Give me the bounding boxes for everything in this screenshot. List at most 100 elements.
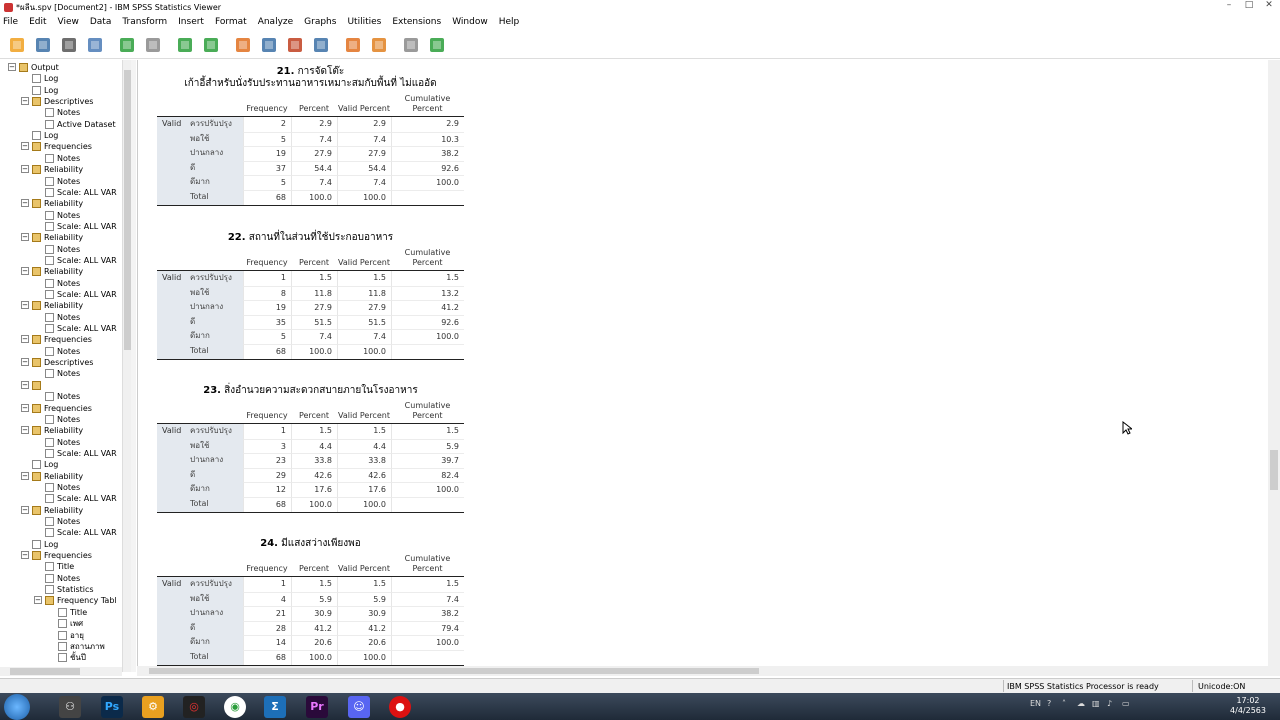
outline-item[interactable]: Notes: [45, 391, 80, 402]
outline-item[interactable]: Notes: [45, 437, 80, 448]
recall-dialog-icon[interactable]: [142, 34, 164, 56]
outline-item[interactable]: −: [21, 380, 44, 391]
chrome-icon[interactable]: ◉: [224, 696, 246, 718]
outline-item[interactable]: Scale: ALL VAR: [45, 493, 117, 504]
outline-item[interactable]: Notes: [45, 368, 80, 379]
menu-analyze[interactable]: Analyze: [258, 17, 293, 27]
outline-expander-icon[interactable]: −: [21, 426, 29, 435]
outline-item[interactable]: Active Dataset: [45, 119, 116, 130]
outline-item[interactable]: − Frequencies: [21, 141, 92, 152]
menu-help[interactable]: Help: [499, 17, 520, 27]
outline-item[interactable]: เพศ: [58, 618, 83, 629]
open-icon[interactable]: [6, 34, 28, 56]
table-row[interactable]: ปานกลาง 23 33.8 33.8 39.7: [157, 453, 464, 468]
outline-item[interactable]: Title: [58, 607, 87, 618]
outline-item[interactable]: ชั้นปี: [58, 652, 86, 663]
content-scroll-thumb[interactable]: [1270, 450, 1278, 490]
outline-item[interactable]: − Reliability: [21, 164, 83, 175]
outline-item[interactable]: Log: [32, 73, 58, 84]
taskbar-clock[interactable]: 17:02 4/4/2563: [1228, 696, 1268, 716]
outline-item[interactable]: − Descriptives: [21, 96, 93, 107]
frequency-table[interactable]: 23. สิ่งอำนวยความสะดวกสบายภายในโรงอาหาร F…: [157, 385, 464, 513]
goto-data-icon[interactable]: [232, 34, 254, 56]
outline-hscroll-thumb[interactable]: [10, 668, 80, 675]
table-row[interactable]: ดีมาก 12 17.6 17.6 100.0: [157, 482, 464, 497]
taskbar-app-1-icon[interactable]: ⚇: [59, 696, 81, 718]
volume-icon[interactable]: ♪: [1107, 699, 1116, 708]
outline-scroll-thumb[interactable]: [124, 70, 131, 350]
menu-graphs[interactable]: Graphs: [304, 17, 336, 27]
menu-data[interactable]: Data: [90, 17, 112, 27]
print-preview-icon[interactable]: [84, 34, 106, 56]
outline-item[interactable]: Scale: ALL VAR: [45, 527, 117, 538]
outline-item[interactable]: Scale: ALL VAR: [45, 323, 117, 334]
outline-item[interactable]: − Frequencies: [21, 334, 92, 345]
export-icon[interactable]: [116, 34, 138, 56]
table-row[interactable]: ดี 37 54.4 54.4 92.6: [157, 160, 464, 176]
table-row[interactable]: ปานกลาง 19 27.9 27.9 38.2: [157, 146, 464, 161]
hidden-icon[interactable]: [400, 34, 422, 56]
help-tray-icon[interactable]: ?: [1047, 699, 1056, 708]
outline-item[interactable]: − Reliability: [21, 266, 83, 277]
minimize-button[interactable]: –: [1220, 0, 1238, 12]
outline-item[interactable]: Scale: ALL VAR: [45, 187, 117, 198]
taskbar-app-settings-icon[interactable]: ⚙: [142, 696, 164, 718]
table-row[interactable]: ดี 35 51.5 51.5 92.6: [157, 314, 464, 330]
pane-splitter[interactable]: [131, 60, 136, 672]
outline-expander-icon[interactable]: −: [21, 165, 29, 174]
frequency-table[interactable]: 22. สถานที่ในส่วนที่ใช้ประกอบอาหาร Freque…: [157, 232, 464, 360]
outline-expander-icon[interactable]: −: [8, 63, 16, 71]
designate-window-icon[interactable]: [342, 34, 364, 56]
outline-item[interactable]: Scale: ALL VAR: [45, 255, 117, 266]
table-row[interactable]: Valid ควรปรับปรุง 1 1.5 1.5 1.5: [157, 577, 464, 592]
outline-expander-icon[interactable]: −: [21, 358, 29, 367]
record-icon[interactable]: ●: [389, 696, 411, 718]
outline-expander-icon[interactable]: −: [21, 97, 29, 106]
outline-item[interactable]: Notes: [45, 107, 80, 118]
table-row[interactable]: Total 68 100.0 100.0: [157, 496, 464, 512]
content-hscroll-thumb[interactable]: [149, 668, 759, 674]
outline-expander-icon[interactable]: −: [21, 551, 29, 560]
frequency-table[interactable]: 21. การจัดโต๊ะ เก้าอี้สำหรับนั่งรับประทาน…: [157, 66, 464, 206]
insert-output-icon[interactable]: [426, 34, 448, 56]
outline-item[interactable]: Notes: [45, 516, 80, 527]
outline-expander-icon[interactable]: −: [34, 596, 42, 605]
menu-edit[interactable]: Edit: [29, 17, 46, 27]
taskbar-app-red-icon[interactable]: ◎: [183, 696, 205, 718]
content-vertical-scrollbar[interactable]: [1268, 60, 1280, 666]
table-row[interactable]: Valid ควรปรับปรุง 1 1.5 1.5 1.5: [157, 424, 464, 439]
outline-item[interactable]: − Output: [8, 62, 59, 73]
table-row[interactable]: พอใช้ 5 7.4 7.4 10.3: [157, 131, 464, 147]
outline-item[interactable]: อายุ: [58, 630, 84, 641]
menu-transform[interactable]: Transform: [122, 17, 167, 27]
outline-item[interactable]: Scale: ALL VAR: [45, 448, 117, 459]
outline-item[interactable]: − Reliability: [21, 198, 83, 209]
table-row[interactable]: พอใช้ 3 4.4 4.4 5.9: [157, 438, 464, 454]
outline-item[interactable]: Log: [32, 459, 58, 470]
outline-item[interactable]: − Reliability: [21, 471, 83, 482]
goto-case-icon[interactable]: [258, 34, 280, 56]
outline-item[interactable]: Notes: [45, 153, 80, 164]
language-indicator[interactable]: EN: [1030, 699, 1041, 708]
outline-expander-icon[interactable]: −: [21, 301, 29, 310]
insert-cases-icon[interactable]: [284, 34, 306, 56]
print-icon[interactable]: [58, 34, 80, 56]
menu-extensions[interactable]: Extensions: [392, 17, 441, 27]
outline-expander-icon[interactable]: −: [21, 142, 29, 151]
outline-item[interactable]: Title: [45, 561, 74, 572]
discord-icon[interactable]: ☺: [348, 696, 370, 718]
outline-item[interactable]: Notes: [45, 244, 80, 255]
table-row[interactable]: Valid ควรปรับปรุง 2 2.9 2.9 2.9: [157, 117, 464, 132]
outline-item[interactable]: Log: [32, 85, 58, 96]
outline-item[interactable]: Log: [32, 539, 58, 550]
outline-item[interactable]: − Reliability: [21, 232, 83, 243]
close-button[interactable]: ✕: [1260, 0, 1278, 12]
table-row[interactable]: พอใช้ 4 5.9 5.9 7.4: [157, 591, 464, 607]
outline-item[interactable]: Notes: [45, 573, 80, 584]
table-row[interactable]: ปานกลาง 19 27.9 27.9 41.2: [157, 300, 464, 315]
table-row[interactable]: ดี 28 41.2 41.2 79.4: [157, 620, 464, 636]
menu-view[interactable]: View: [58, 17, 79, 27]
outline-vertical-scrollbar[interactable]: [122, 60, 131, 672]
outline-item[interactable]: Log: [32, 130, 58, 141]
outline-expander-icon[interactable]: −: [21, 335, 29, 344]
